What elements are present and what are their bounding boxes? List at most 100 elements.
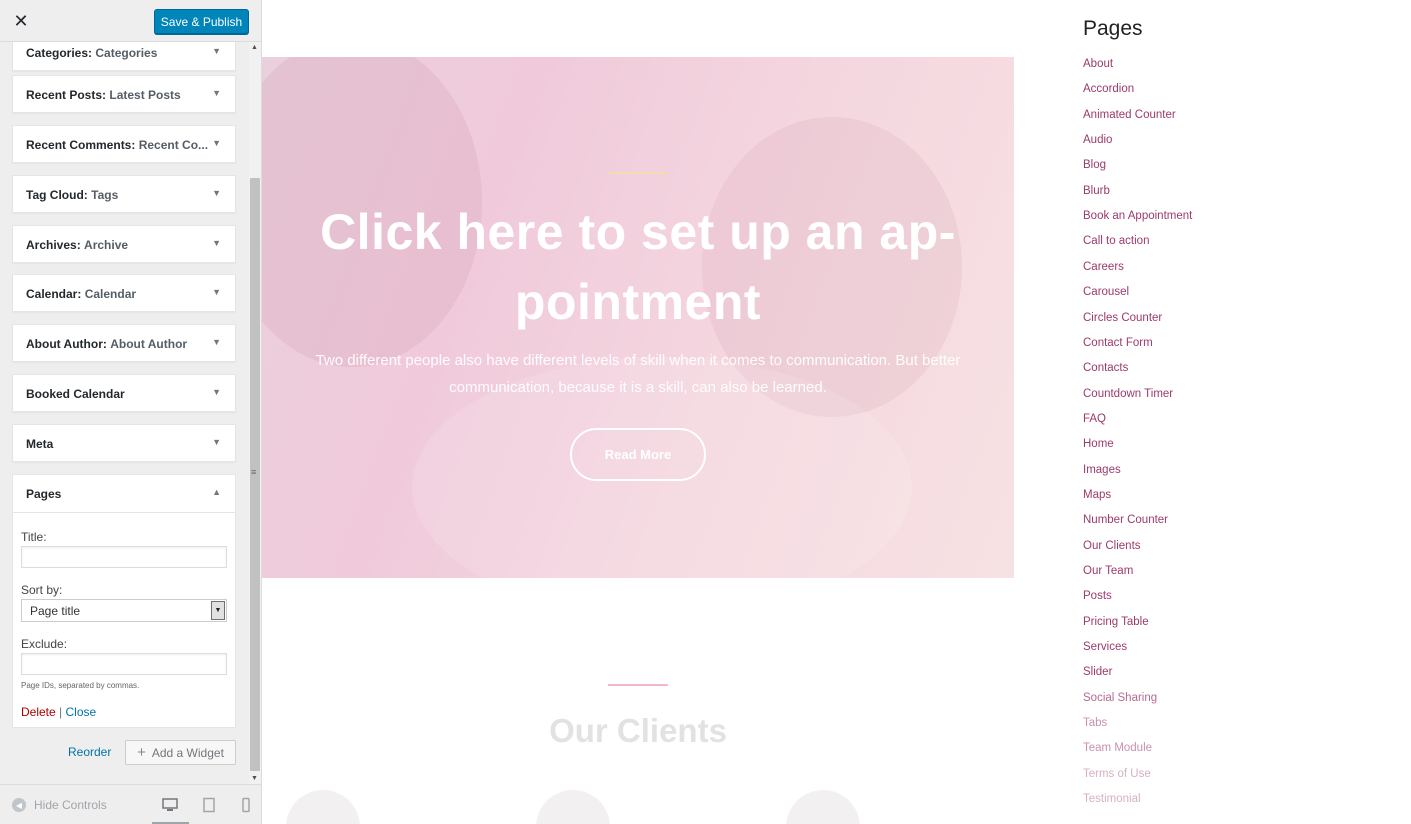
link-separator: | (59, 705, 63, 719)
close-link[interactable]: Close (66, 705, 97, 719)
page-link[interactable]: Call to action (1083, 235, 1149, 247)
widget-meta[interactable]: Meta ▼ (12, 424, 236, 462)
page-link[interactable]: Carousel (1083, 286, 1129, 298)
widget-type: Calendar (26, 287, 78, 301)
sidebar-header: ✕ Save & Publish (0, 0, 261, 42)
exclude-input[interactable] (21, 653, 227, 675)
widget-title: Archive (84, 238, 129, 252)
page-link[interactable]: Tabs (1083, 717, 1107, 729)
sortby-label: Sort by: (21, 583, 63, 597)
widget-recent-posts[interactable]: Recent Posts: Latest Posts ▼ (12, 75, 236, 113)
expand-arrow-icon[interactable]: ▼ (212, 437, 221, 447)
client-avatar (536, 790, 610, 824)
tablet-preview-icon[interactable] (201, 797, 217, 813)
page-link[interactable]: Animated Counter (1083, 109, 1176, 121)
hero-banner[interactable]: Click here to set up an ap-pointment Two… (262, 57, 1014, 578)
page-link[interactable]: Pricing Table (1083, 616, 1149, 628)
widget-recent-comments[interactable]: Recent Comments: Recent Co... ▼ (12, 125, 236, 163)
close-icon[interactable]: ✕ (0, 0, 42, 42)
page-link[interactable]: Services (1083, 641, 1127, 653)
page-link[interactable]: Contact Form (1083, 337, 1153, 349)
widget-about-author[interactable]: About Author: About Author ▼ (12, 324, 236, 362)
page-link[interactable]: Careers (1083, 261, 1124, 273)
widget-type: Recent Posts (26, 88, 103, 102)
page-link[interactable]: Images (1083, 464, 1121, 476)
page-link[interactable]: Social Sharing (1083, 692, 1157, 704)
page-link[interactable]: Our Clients (1083, 540, 1141, 552)
widget-booked-calendar[interactable]: Booked Calendar ▼ (12, 374, 236, 412)
widget-type: About Author (26, 337, 103, 351)
exclude-label: Exclude: (21, 637, 68, 651)
page-link[interactable]: Circles Counter (1083, 312, 1162, 324)
expand-arrow-icon[interactable]: ▼ (212, 387, 221, 397)
page-link[interactable]: Team Module (1083, 742, 1152, 754)
hero-divider (608, 172, 668, 174)
pages-widget-title: Pages (1083, 17, 1143, 40)
widget-type: Tag Cloud (26, 188, 84, 202)
dropdown-arrow-icon[interactable]: ▼ (211, 601, 225, 620)
expand-arrow-icon[interactable]: ▼ (212, 138, 221, 148)
widget-title: Calendar (84, 287, 137, 301)
page-link[interactable]: Testimonial (1083, 793, 1141, 805)
add-widget-button[interactable]: + Add a Widget (125, 740, 236, 765)
collapse-arrow-icon[interactable]: ▲ (212, 487, 221, 497)
scroll-up-icon[interactable]: ▲ (251, 44, 258, 51)
clients-title: Our Clients (549, 712, 727, 749)
hero-text: Two different people also have different… (315, 352, 961, 396)
mobile-preview-icon[interactable] (238, 797, 254, 813)
expand-arrow-icon[interactable]: ▼ (212, 238, 221, 248)
hero-title[interactable]: Click here to set up an ap-pointment (262, 197, 1014, 337)
page-link[interactable]: Terms of Use (1083, 768, 1151, 780)
plus-icon: + (137, 744, 146, 761)
delete-link[interactable]: Delete (21, 705, 56, 719)
widget-title: Tags (91, 188, 119, 202)
page-link[interactable]: Home (1083, 438, 1114, 450)
page-link[interactable]: Blurb (1083, 185, 1110, 197)
widget-tag-cloud[interactable]: Tag Cloud: Tags ▼ (12, 175, 236, 213)
add-widget-label: Add a Widget (151, 745, 224, 760)
title-input[interactable] (21, 546, 227, 568)
hide-controls-button[interactable]: ◀ Hide Controls (12, 798, 107, 812)
page-link[interactable]: Audio (1083, 134, 1112, 146)
sidebar-footer: ◀ Hide Controls (0, 784, 261, 824)
page-link[interactable]: Book an Appointment (1083, 210, 1192, 222)
page-link[interactable]: Contacts (1083, 362, 1128, 374)
page-link[interactable]: Posts (1083, 590, 1112, 602)
site-preview: Click here to set up an ap-pointment Two… (262, 0, 1411, 824)
hide-controls-label: Hide Controls (34, 798, 107, 812)
expand-arrow-icon[interactable]: ▼ (212, 287, 221, 297)
widget-categories[interactable]: Categories: Categories ▼ (12, 42, 236, 71)
client-avatar (286, 790, 360, 824)
expand-arrow-icon[interactable]: ▼ (212, 46, 221, 56)
widget-type: Recent Comments (26, 138, 132, 152)
desktop-preview-icon[interactable] (162, 797, 178, 813)
reorder-link[interactable]: Reorder (68, 745, 111, 759)
widget-title: Recent Co... (138, 138, 209, 152)
expand-arrow-icon[interactable]: ▼ (212, 337, 221, 347)
sidebar-scrollbar[interactable]: ▲ ≡ ▼ (249, 42, 261, 784)
page-link[interactable]: Blog (1083, 159, 1106, 171)
expand-arrow-icon[interactable]: ▼ (212, 188, 221, 198)
widget-pages-header[interactable]: Pages ▲ (13, 475, 235, 513)
page-link[interactable]: Maps (1083, 489, 1111, 501)
page-link[interactable]: Number Counter (1083, 514, 1168, 526)
scroll-down-icon[interactable]: ▼ (251, 775, 258, 782)
widget-list: Categories: Categories ▼ Recent Posts: L… (0, 42, 249, 784)
customizer-sidebar: ✕ Save & Publish Categories: Categories … (0, 0, 262, 824)
page-link[interactable]: FAQ (1083, 413, 1106, 425)
sortby-select[interactable]: Page title ▼ (21, 599, 227, 622)
widget-archives[interactable]: Archives: Archive ▼ (12, 225, 236, 263)
widget-actions: Delete | Close (21, 705, 96, 719)
page-link[interactable]: Our Team (1083, 565, 1133, 577)
widget-title: Latest Posts (109, 88, 181, 102)
widget-calendar[interactable]: Calendar: Calendar ▼ (12, 274, 236, 312)
page-link[interactable]: Accordion (1083, 83, 1134, 95)
title-label: Title: (21, 530, 47, 544)
save-publish-button[interactable]: Save & Publish (154, 9, 249, 34)
page-link[interactable]: Countdown Timer (1083, 388, 1173, 400)
read-more-button[interactable]: Read More (570, 428, 706, 481)
page-link[interactable]: Slider (1083, 666, 1112, 678)
resize-grip-icon[interactable]: ≡ (251, 467, 256, 477)
expand-arrow-icon[interactable]: ▼ (212, 88, 221, 98)
page-link[interactable]: About (1083, 58, 1113, 70)
